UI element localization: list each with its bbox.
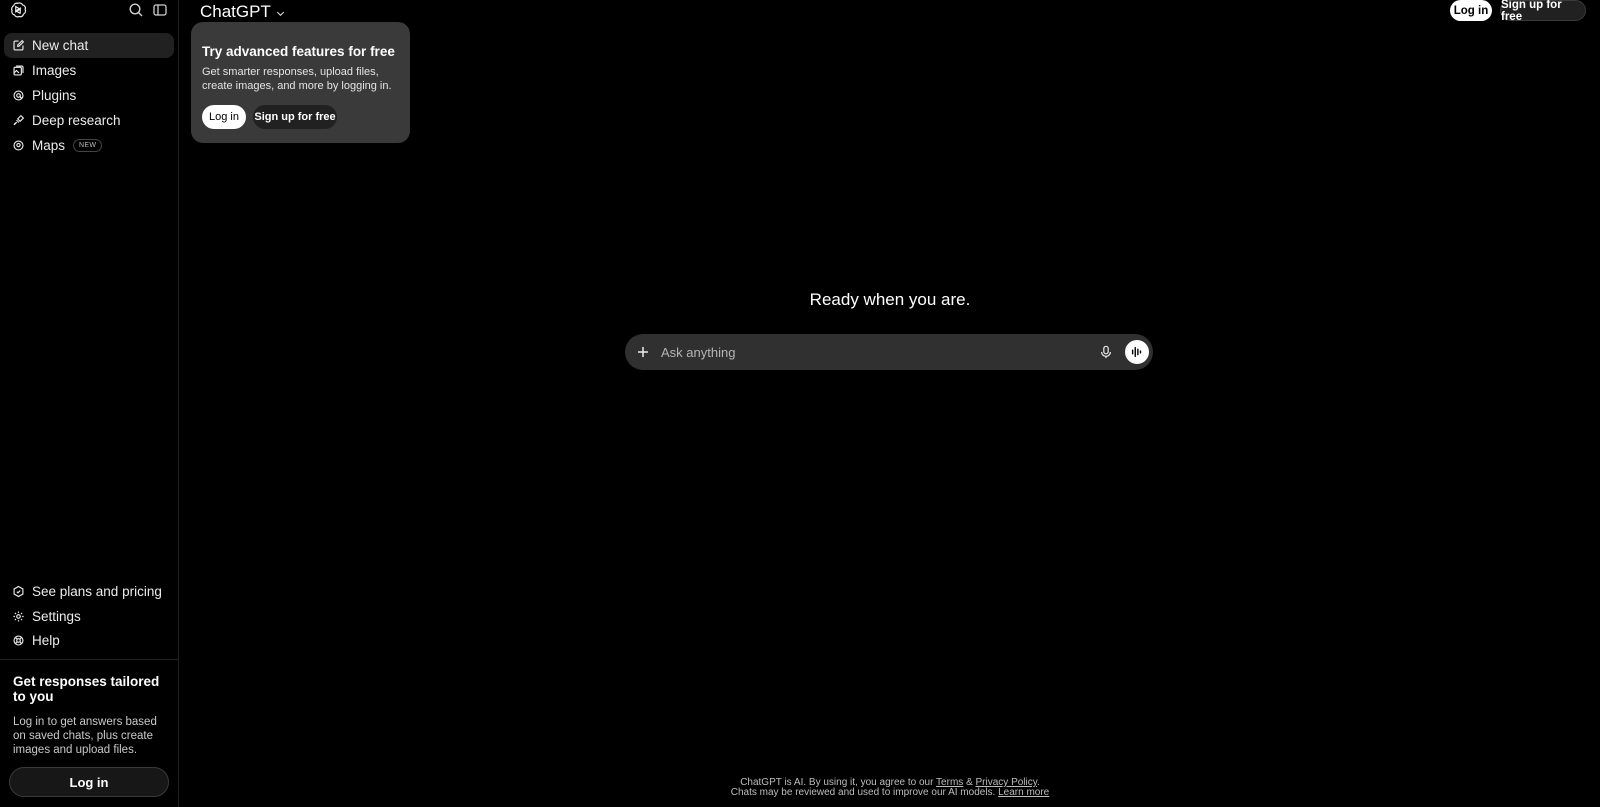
sidebar-item-label: Maps (32, 138, 66, 153)
sidebar-item-label: Images (32, 63, 77, 78)
sidebar-item-label: Help (32, 633, 60, 649)
prompt-input[interactable] (661, 344, 1099, 360)
learn-more-link[interactable]: Learn more (998, 787, 1049, 798)
new-badge: NEW (73, 139, 103, 152)
footer-text: Chats may be reviewed and used to improv… (730, 787, 996, 798)
sidebar-item-label: See plans and pricing (32, 584, 162, 600)
deep-research-icon (13, 114, 25, 126)
model-name: ChatGPT (200, 2, 271, 21)
header-login-button[interactable]: Log in (1450, 0, 1492, 21)
sidebar-item-plans[interactable]: See plans and pricing (4, 580, 174, 605)
plugins-icon (13, 90, 24, 101)
plans-icon (13, 586, 24, 598)
chevron-down-icon (276, 11, 284, 16)
sidebar-item-label: New chat (32, 38, 89, 53)
sidebar-bottom-nav: See plans and pricing Settings Help (0, 580, 178, 654)
map-pin-icon (13, 140, 24, 151)
sidebar-header (0, 0, 178, 20)
sidebar: New chat Images Plugins Deep research Ma… (0, 0, 179, 807)
promo-body: Get smarter responses, upload files, cre… (202, 66, 392, 92)
new-chat-icon (13, 39, 25, 51)
header-signup-button[interactable]: Sign up for free (1500, 0, 1586, 23)
page-headline: Ready when you are. (809, 290, 971, 309)
promo-signup-button[interactable]: Sign up for free (253, 105, 337, 129)
microphone-icon[interactable] (1099, 345, 1113, 359)
model-selector[interactable]: ChatGPT (200, 2, 286, 22)
plus-icon[interactable] (635, 344, 651, 360)
footer-disclaimer: ChatGPT is AI. By using it, you agree to… (640, 778, 1140, 798)
promo-card: Try advanced features for free Get smart… (191, 22, 410, 143)
help-icon (13, 635, 24, 646)
voice-waveform-icon (1131, 346, 1142, 358)
images-icon (13, 65, 24, 76)
sidebar-item-settings[interactable]: Settings (4, 604, 174, 629)
sidebar-toggle-icon[interactable] (152, 2, 168, 18)
sidebar-item-help[interactable]: Help (4, 629, 174, 654)
composer (625, 334, 1153, 370)
openai-logo-icon[interactable] (9, 1, 27, 19)
sidebar-login-button[interactable]: Log in (9, 767, 169, 797)
promo-buttons: Log in Sign up for free (202, 105, 400, 129)
tailored-title: Get responses tailored to you (13, 674, 160, 704)
sidebar-bottom: See plans and pricing Settings Help Get … (0, 580, 178, 807)
promo-title: Try advanced features for free (202, 44, 395, 59)
sidebar-item-new-chat[interactable]: New chat (4, 33, 174, 58)
sidebar-nav: New chat Images Plugins Deep research Ma… (0, 33, 178, 158)
footer-line-2: Chats may be reviewed and used to improv… (640, 788, 1140, 798)
search-icon[interactable] (128, 2, 144, 18)
promo-login-button[interactable]: Log in (202, 105, 246, 129)
voice-mode-button[interactable] (1125, 340, 1149, 364)
sidebar-item-plugins[interactable]: Plugins (4, 83, 174, 108)
tailored-body: Log in to get answers based on saved cha… (13, 716, 157, 756)
sidebar-item-maps[interactable]: Maps NEW (4, 133, 174, 158)
gear-icon (13, 611, 24, 622)
sidebar-item-label: Plugins (32, 88, 77, 103)
sidebar-item-label: Settings (32, 608, 81, 624)
sidebar-item-label: Deep research (32, 113, 121, 128)
tailored-responses-panel: Get responses tailored to you Log in to … (0, 659, 178, 807)
sidebar-item-images[interactable]: Images (4, 58, 174, 83)
sidebar-item-deep-research[interactable]: Deep research (4, 108, 174, 133)
